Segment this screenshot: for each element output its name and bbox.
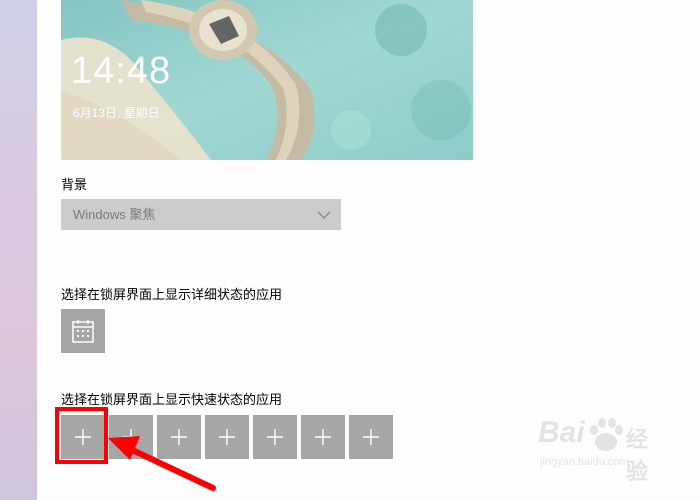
plus-icon	[363, 429, 379, 445]
baidu-watermark: Bai 经验 jingyan.baidu.com	[538, 416, 668, 484]
chevron-down-icon	[317, 211, 331, 219]
highlight-box	[55, 407, 108, 464]
watermark-cn: 经验	[626, 427, 649, 484]
calendar-icon	[72, 320, 94, 343]
preview-time: 14:48	[71, 50, 172, 92]
plus-icon	[171, 429, 187, 445]
background-label: 背景	[61, 177, 88, 192]
sidebar-edge	[0, 0, 37, 500]
quick-status-slot-6[interactable]	[301, 415, 345, 459]
detailed-status-label: 选择在锁屏界面上显示详细状态的应用	[61, 287, 283, 302]
quick-status-slot-4[interactable]	[205, 415, 249, 459]
plus-icon	[219, 429, 235, 445]
watermark-brand: Bai	[538, 416, 585, 449]
lock-screen-settings-page: 14:48 6月13日, 星期日 背景 Windows 聚焦 选择在锁屏界面上显…	[0, 0, 700, 500]
quick-status-slot-7[interactable]	[349, 415, 393, 459]
quick-status-slot-2[interactable]	[109, 415, 153, 459]
quick-status-slot-3[interactable]	[157, 415, 201, 459]
background-dropdown-value: Windows 聚焦	[73, 207, 156, 222]
quick-status-slot-5[interactable]	[253, 415, 297, 459]
quick-status-slots	[61, 415, 393, 459]
paw-icon	[590, 418, 623, 451]
watermark-url: jingyan.baidu.com	[540, 456, 629, 468]
lock-screen-preview: 14:48 6月13日, 星期日	[61, 0, 473, 160]
background-dropdown[interactable]: Windows 聚焦	[61, 199, 341, 230]
quick-status-label: 选择在锁屏界面上显示快速状态的应用	[61, 392, 283, 407]
detailed-status-app-button[interactable]	[61, 309, 105, 353]
plus-icon	[123, 429, 139, 445]
plus-icon	[315, 429, 331, 445]
preview-date: 6月13日, 星期日	[73, 106, 160, 120]
plus-icon	[267, 429, 283, 445]
